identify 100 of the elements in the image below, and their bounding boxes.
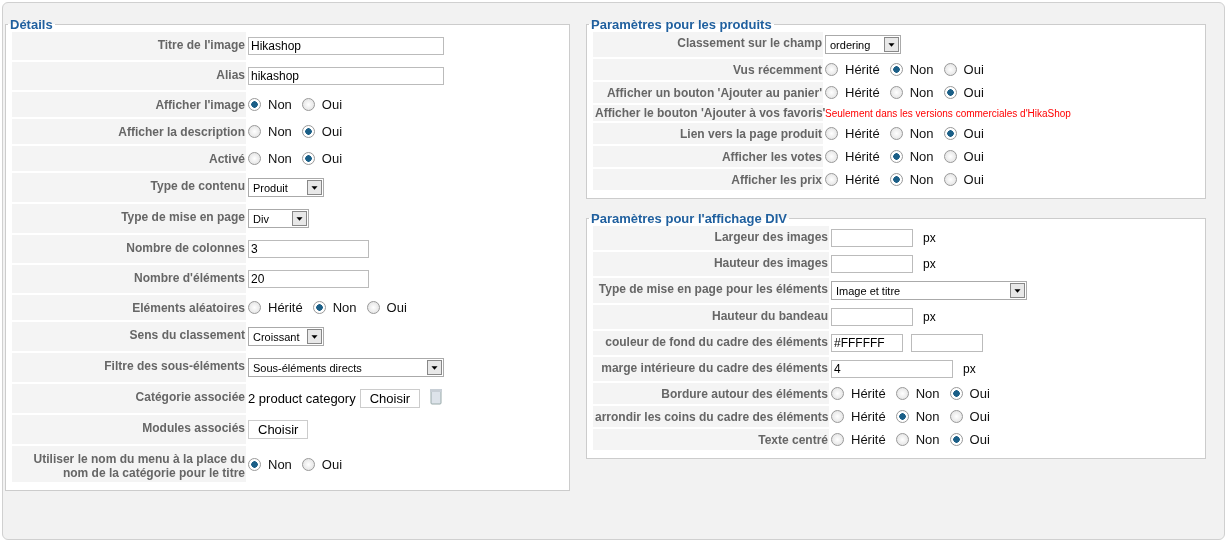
text-field[interactable]: 20 — [248, 270, 369, 288]
select-field[interactable]: Produit — [248, 178, 324, 197]
radio-label: Oui — [969, 386, 990, 401]
radio-button[interactable] — [831, 387, 844, 400]
field-label: Bordure autour des éléments — [593, 383, 829, 404]
radio-button[interactable] — [949, 387, 963, 400]
radio-button[interactable] — [895, 433, 909, 446]
unit-label: px — [923, 310, 936, 324]
radio-label: Non — [909, 85, 934, 100]
field-label: Texte centré — [593, 429, 829, 450]
field-label: Type de mise en page pour les éléments — [593, 278, 829, 303]
trash-icon[interactable] — [430, 389, 443, 405]
radio-label: Hérité — [845, 149, 880, 164]
unit-label: px — [923, 257, 936, 271]
panel-title: Détails — [9, 17, 54, 32]
choose-button[interactable]: Choisir — [359, 389, 421, 408]
radio-button[interactable] — [943, 63, 957, 76]
field-label: Largeur des images — [593, 226, 829, 250]
notice-text: Seulement dans les versions commerciales d'HikaShop — [825, 107, 1071, 119]
field-label: Sens du classement — [12, 322, 246, 351]
text-field[interactable] — [831, 255, 913, 273]
radio-label: Non — [332, 300, 357, 315]
select-field[interactable]: Croissant — [248, 327, 325, 346]
caret-icon — [307, 329, 323, 344]
radio-button[interactable] — [248, 152, 261, 165]
radio-button[interactable] — [889, 150, 903, 163]
radio-button[interactable] — [248, 457, 261, 471]
radio-label: Hérité — [851, 432, 886, 447]
radio-label: Oui — [963, 126, 984, 141]
radio-button[interactable] — [301, 98, 315, 111]
radio-label: Oui — [963, 172, 984, 187]
radio-label: Non — [909, 172, 934, 187]
radio-label: Hérité — [851, 409, 886, 424]
radio-button[interactable] — [248, 98, 261, 111]
radio-button[interactable] — [889, 63, 903, 76]
radio-button[interactable] — [248, 301, 261, 314]
radio-label: Oui — [321, 97, 343, 112]
radio-button[interactable] — [825, 127, 838, 140]
field-label: Titre de l'image — [12, 32, 246, 60]
field-label: marge intérieure du cadre des éléments — [593, 357, 829, 381]
radio-button[interactable] — [943, 86, 957, 99]
field-label: Nombre d'éléments — [12, 265, 246, 293]
field-label: Hauteur des images — [593, 252, 829, 276]
caret-icon — [884, 37, 899, 52]
radio-label: Hérité — [845, 85, 880, 100]
text-field[interactable] — [911, 334, 983, 352]
field-label: Nombre de colonnes — [12, 235, 246, 263]
text-field[interactable] — [831, 308, 913, 326]
radio-label: Hérité — [845, 126, 880, 141]
field-label: Afficher les votes — [593, 146, 823, 167]
radio-button[interactable] — [825, 86, 838, 99]
text-field[interactable] — [831, 229, 913, 247]
field-label: Catégorie associée — [12, 384, 246, 413]
text-field[interactable]: 4 — [831, 360, 953, 378]
select-field[interactable]: Sous-éléments directs — [248, 358, 444, 377]
radio-button[interactable] — [831, 433, 844, 446]
radio-button[interactable] — [301, 457, 315, 471]
radio-button[interactable] — [825, 173, 838, 186]
radio-button[interactable] — [943, 173, 957, 186]
radio-button[interactable] — [831, 410, 844, 423]
text-field[interactable]: Hikashop — [248, 37, 444, 55]
radio-label: Oui — [963, 85, 984, 100]
color-field[interactable]: #FFFFFF — [831, 334, 903, 352]
radio-button[interactable] — [301, 152, 315, 165]
select-field[interactable]: ordering — [825, 35, 901, 54]
radio-button[interactable] — [889, 127, 903, 140]
text-field[interactable]: hikashop — [248, 67, 444, 85]
radio-label: Non — [909, 62, 934, 77]
field-label: arrondir les coins du cadre des éléments — [593, 406, 829, 427]
radio-button[interactable] — [943, 150, 957, 163]
radio-button[interactable] — [366, 301, 380, 314]
radio-label: Non — [268, 124, 292, 139]
radio-button[interactable] — [889, 173, 903, 186]
field-label: Filtre des sous-éléments — [12, 353, 246, 382]
field-label: Hauteur du bandeau — [593, 305, 829, 329]
radio-button[interactable] — [895, 387, 909, 400]
radio-button[interactable] — [889, 86, 903, 99]
radio-button[interactable] — [301, 125, 315, 138]
radio-button[interactable] — [825, 63, 838, 76]
text-field[interactable]: 3 — [248, 240, 369, 258]
radio-button[interactable] — [312, 301, 326, 314]
field-label: Type de mise en page — [12, 204, 246, 233]
radio-button[interactable] — [949, 410, 963, 423]
select-field[interactable]: Image et titre — [831, 281, 1027, 300]
radio-button[interactable] — [248, 125, 261, 138]
radio-label: Non — [268, 456, 292, 472]
radio-label: Hérité — [851, 386, 886, 401]
panel-title: Paramètres pour l'affichage DIV — [590, 211, 788, 226]
field-label: couleur de fond du cadre des éléments — [593, 331, 829, 355]
radio-label: Oui — [963, 149, 984, 164]
radio-label: Oui — [969, 409, 990, 424]
caret-icon — [307, 180, 322, 195]
choose-button[interactable]: Choisir — [248, 420, 309, 439]
radio-button[interactable] — [825, 150, 838, 163]
radio-button[interactable] — [949, 433, 963, 446]
radio-label: Non — [915, 432, 940, 447]
field-label: Alias — [12, 62, 246, 90]
select-field[interactable]: Div — [248, 209, 309, 228]
radio-button[interactable] — [943, 127, 957, 140]
radio-button[interactable] — [895, 410, 909, 423]
